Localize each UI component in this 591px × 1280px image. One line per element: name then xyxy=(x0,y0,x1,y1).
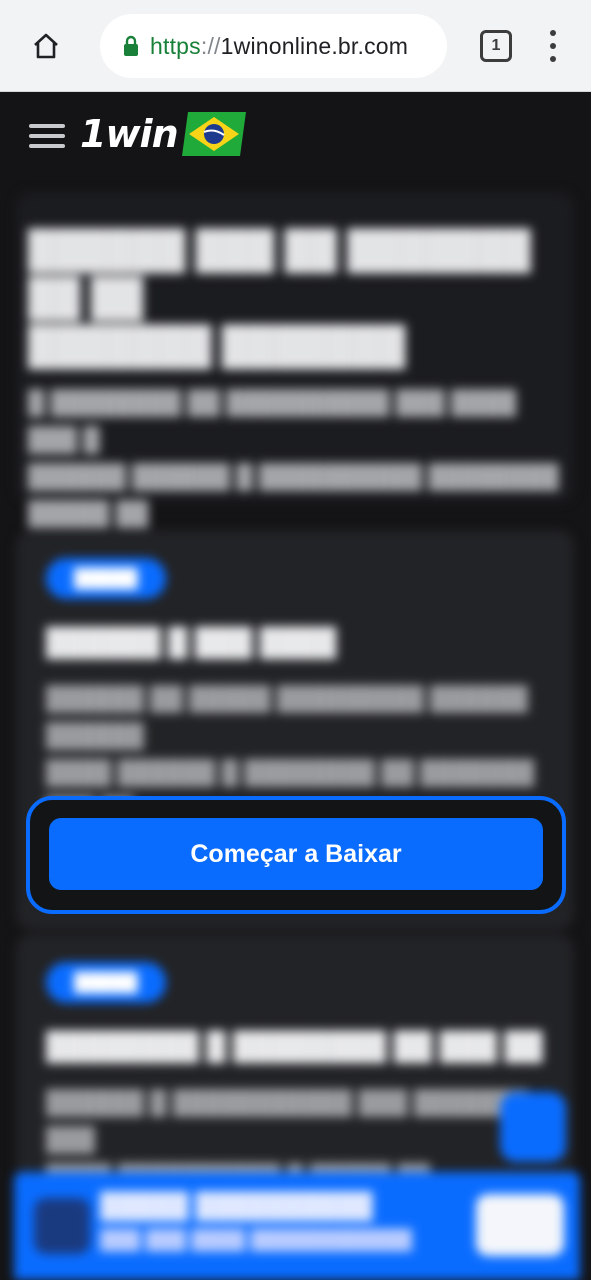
step-title-placeholder: ████████ █ ████████ ██ ███ ██ xyxy=(46,1031,543,1061)
start-download-button[interactable]: Começar a Baixar xyxy=(49,818,543,890)
hamburger-icon[interactable] xyxy=(29,124,65,148)
intro-title-placeholder: ██████ ███ ██ ███████ ██ ██ ███████ █████… xyxy=(28,229,531,366)
lock-icon xyxy=(124,35,138,56)
intro-card: ██████ ███ ██ ███████ ██ ██ ███████ █████… xyxy=(16,192,574,674)
url-scheme: https xyxy=(150,32,201,59)
address-bar[interactable]: https://1winonline.br.com xyxy=(100,14,447,78)
floating-button[interactable] xyxy=(500,1092,566,1162)
browser-toolbar: https://1winonline.br.com 1 xyxy=(0,0,591,92)
app-banner-subtitle-placeholder: ███ ███ ████ ████████████ xyxy=(100,1230,412,1251)
tabs-icon[interactable]: 1 xyxy=(480,30,512,62)
home-icon[interactable] xyxy=(28,28,64,64)
site-header: 1win xyxy=(0,92,591,182)
site-logo[interactable]: 1win xyxy=(80,112,246,156)
blurred-content: ██████ ███ ██ ███████ ██ ██ ███████ █████… xyxy=(0,182,591,1280)
url-host: 1winonline.br.com xyxy=(220,32,409,59)
url-separator: :// xyxy=(200,32,221,59)
step-badge: █████ xyxy=(46,558,166,599)
step-title-placeholder: ██████ █ ███ ████ xyxy=(46,627,337,657)
app-icon xyxy=(34,1198,90,1254)
logo-text: 1win xyxy=(80,112,179,156)
cta-focus-ring: Começar a Baixar xyxy=(26,796,566,914)
brazil-flag-icon xyxy=(181,112,246,156)
url-text: https://1winonline.br.com xyxy=(150,33,408,60)
app-download-banner[interactable]: █████ ██████████ ███ ███ ████ ██████████… xyxy=(14,1172,580,1280)
step-badge: █████ xyxy=(46,962,166,1003)
overflow-menu-icon[interactable] xyxy=(545,30,561,62)
app-banner-title-placeholder: █████ ██████████ xyxy=(100,1192,373,1220)
app-banner-action[interactable] xyxy=(476,1194,564,1256)
